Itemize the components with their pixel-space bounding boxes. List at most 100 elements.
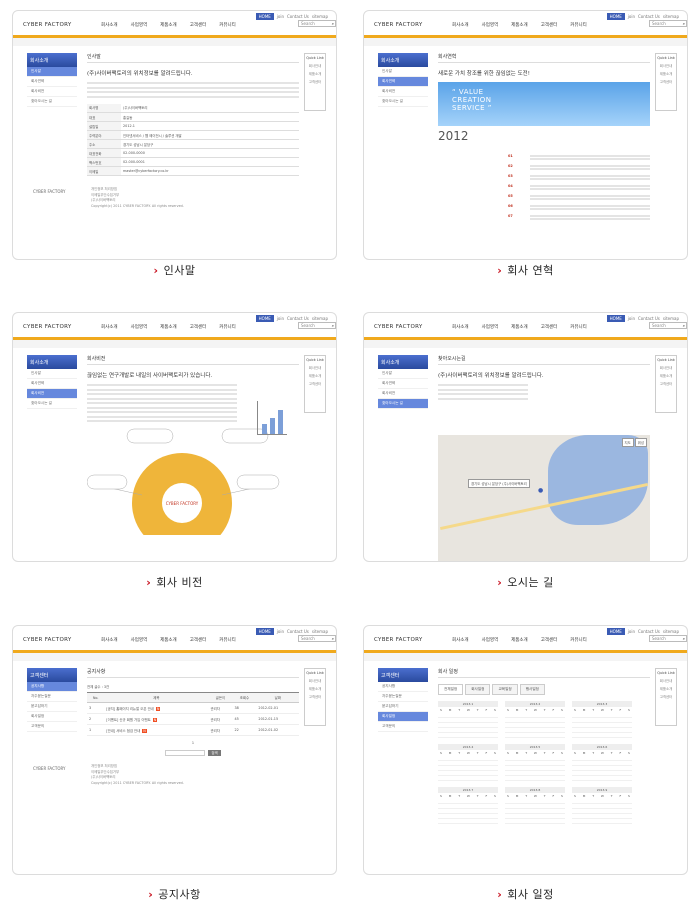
- nav-item[interactable]: 고객센터: [541, 22, 558, 28]
- search-icon[interactable]: ⌕: [332, 636, 334, 641]
- search-input[interactable]: Search ⌕: [298, 635, 336, 642]
- side-menu-item[interactable]: 고객문의: [378, 722, 428, 732]
- side-menu-item[interactable]: 찾아오시는 길: [378, 399, 428, 409]
- side-menu-item[interactable]: 찾아오시는 길: [378, 97, 428, 107]
- quick-link-item[interactable]: 고객센터: [656, 381, 676, 386]
- home-link[interactable]: HOME: [255, 315, 274, 322]
- join-link[interactable]: join: [277, 14, 284, 19]
- nav-item[interactable]: 회사소개: [101, 22, 118, 28]
- location-map[interactable]: ● 경기도 성남시 분당구 (주)사이버팩토리 지도 위성: [438, 435, 650, 561]
- quick-link-item[interactable]: 제품소개: [305, 373, 325, 378]
- join-link[interactable]: join: [628, 316, 635, 321]
- site-logo[interactable]: CYBER FACTORY: [374, 22, 423, 28]
- join-link[interactable]: join: [628, 629, 635, 634]
- nav-item[interactable]: 고객센터: [541, 637, 558, 643]
- search-icon[interactable]: ⌕: [332, 21, 334, 26]
- site-logo[interactable]: CYBER FACTORY: [23, 324, 72, 330]
- search-button[interactable]: 검색: [208, 750, 221, 756]
- search-input[interactable]: Search ⌕: [649, 635, 687, 642]
- side-menu-item[interactable]: 회사일정: [27, 712, 77, 722]
- contact-link[interactable]: Contact Us: [287, 316, 309, 321]
- contact-link[interactable]: Contact Us: [638, 14, 660, 19]
- caption[interactable]: › 인사말: [12, 262, 337, 278]
- quick-link-item[interactable]: 고객센터: [656, 694, 676, 699]
- screen-thumb[interactable]: HOME join Contact Us sitemap CYBER FACTORY 회사…: [363, 10, 688, 260]
- caption[interactable]: › 회사 연혁: [363, 262, 688, 278]
- side-menu-item[interactable]: 자주묻는질문: [27, 692, 77, 702]
- map-pin-icon[interactable]: ●: [538, 487, 543, 494]
- schedule-tab[interactable]: 행사일정: [519, 684, 545, 695]
- caption[interactable]: › 오시는 길: [363, 574, 688, 590]
- nav-item[interactable]: 회사소개: [452, 324, 469, 330]
- nav-item[interactable]: 커뮤니티: [570, 637, 587, 643]
- nav-item[interactable]: 커뮤니티: [570, 22, 587, 28]
- notice-cell[interactable]: [안내] 서비스 점검 안내 N: [104, 724, 209, 736]
- screen-thumb[interactable]: HOME join Contact Us sitemap CYBER FACTORY 회사…: [12, 312, 337, 562]
- map-type-button[interactable]: 지도: [621, 438, 634, 447]
- nav-item[interactable]: 회사소개: [452, 22, 469, 28]
- home-link[interactable]: HOME: [255, 628, 274, 635]
- home-link[interactable]: HOME: [606, 628, 625, 635]
- quick-link-item[interactable]: 제품소개: [656, 373, 676, 378]
- search-input[interactable]: Search ⌕: [649, 322, 687, 329]
- quick-link-item[interactable]: 고객센터: [656, 79, 676, 84]
- quick-link-item[interactable]: 제품소개: [305, 71, 325, 76]
- side-menu-item[interactable]: 공지사항: [27, 682, 77, 692]
- site-logo[interactable]: CYBER FACTORY: [23, 22, 72, 28]
- side-menu-item[interactable]: 회사연혁: [27, 379, 77, 389]
- nav-item[interactable]: 사업영역: [482, 637, 499, 643]
- side-menu-item[interactable]: 회사비전: [27, 389, 77, 399]
- side-menu-item[interactable]: 묻고답하기: [27, 702, 77, 712]
- search-icon[interactable]: ⌕: [683, 636, 685, 641]
- side-menu-item[interactable]: 회사비전: [378, 87, 428, 97]
- sitemap-link[interactable]: sitemap: [663, 316, 679, 321]
- side-menu-item[interactable]: 인사말: [27, 369, 77, 379]
- search-icon[interactable]: ⌕: [332, 323, 334, 328]
- quick-link-item[interactable]: 고객센터: [305, 694, 325, 699]
- quick-link-item[interactable]: 회사안내: [656, 63, 676, 68]
- quick-link-item[interactable]: 회사안내: [656, 678, 676, 683]
- nav-item[interactable]: 커뮤니티: [570, 324, 587, 330]
- quick-link-item[interactable]: 회사안내: [656, 365, 676, 370]
- sitemap-link[interactable]: sitemap: [663, 629, 679, 634]
- nav-item[interactable]: 회사소개: [101, 637, 118, 643]
- side-menu-item[interactable]: 인사말: [27, 67, 77, 77]
- side-menu-item[interactable]: 공지사항: [378, 682, 428, 692]
- nav-item[interactable]: 제품소개: [511, 22, 528, 28]
- notice-row[interactable]: 2 [이벤트] 신규 회원 가입 이벤트 N 관리자 45 2012-01-15: [87, 713, 299, 725]
- search-input[interactable]: Search ⌕: [298, 322, 336, 329]
- side-menu-item[interactable]: 인사말: [378, 67, 428, 77]
- quick-link-item[interactable]: 고객센터: [305, 79, 325, 84]
- contact-link[interactable]: Contact Us: [638, 629, 660, 634]
- nav-item[interactable]: 제품소개: [511, 324, 528, 330]
- home-link[interactable]: HOME: [606, 13, 625, 20]
- contact-link[interactable]: Contact Us: [638, 316, 660, 321]
- screen-thumb[interactable]: HOME join Contact Us sitemap CYBER FACTORY 회사…: [363, 625, 688, 875]
- nav-item[interactable]: 커뮤니티: [219, 637, 236, 643]
- nav-item[interactable]: 제품소개: [160, 22, 177, 28]
- sitemap-link[interactable]: sitemap: [663, 14, 679, 19]
- nav-item[interactable]: 고객센터: [190, 637, 207, 643]
- sitemap-link[interactable]: sitemap: [312, 14, 328, 19]
- home-link[interactable]: HOME: [606, 315, 625, 322]
- home-link[interactable]: HOME: [255, 13, 274, 20]
- quick-link-item[interactable]: 회사안내: [305, 365, 325, 370]
- screen-thumb[interactable]: HOME join Contact Us sitemap CYBER FACTORY 회사…: [12, 625, 337, 875]
- search-icon[interactable]: ⌕: [683, 21, 685, 26]
- side-menu-item[interactable]: 묻고답하기: [378, 702, 428, 712]
- quick-link-item[interactable]: 회사안내: [305, 678, 325, 683]
- contact-link[interactable]: Contact Us: [287, 629, 309, 634]
- page-number[interactable]: 1: [192, 741, 194, 745]
- side-menu-item[interactable]: 자주묻는질문: [378, 692, 428, 702]
- nav-item[interactable]: 사업영역: [131, 637, 148, 643]
- side-menu-item[interactable]: 회사비전: [27, 87, 77, 97]
- nav-item[interactable]: 사업영역: [131, 22, 148, 28]
- caption[interactable]: › 공지사항: [12, 886, 337, 902]
- caption[interactable]: › 회사 비전: [12, 574, 337, 590]
- screen-thumb[interactable]: HOME join Contact Us sitemap CYBER FACTORY 회사…: [363, 312, 688, 562]
- nav-item[interactable]: 고객센터: [190, 324, 207, 330]
- nav-item[interactable]: 고객센터: [190, 22, 207, 28]
- side-menu-item[interactable]: 회사연혁: [378, 77, 428, 87]
- nav-item[interactable]: 사업영역: [482, 324, 499, 330]
- nav-item[interactable]: 제품소개: [511, 637, 528, 643]
